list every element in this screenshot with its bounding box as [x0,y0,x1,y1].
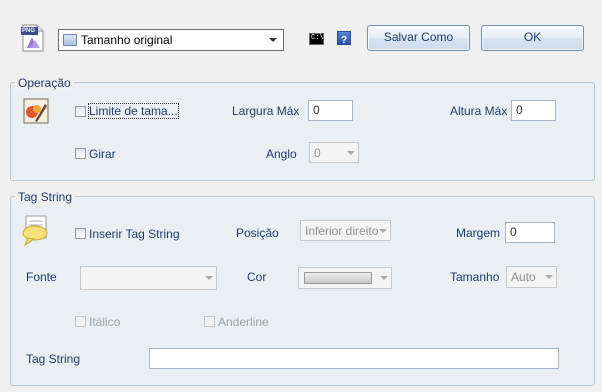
angulo-select: 0 [309,142,359,163]
paint-resize-icon [23,98,49,124]
posicao-select: Inferior direito [300,220,391,241]
tamanho-value: Auto [511,270,536,284]
angulo-value: 0 [314,146,321,160]
ok-button[interactable]: OK [481,25,584,51]
posicao-value: Inferior direito [305,224,379,238]
speech-bubble-icon [20,214,54,247]
size-select[interactable]: Tamanho original [58,29,284,51]
tag-string-label: Tag String [26,352,81,366]
tag-string-legend: Tag String [15,190,76,204]
cor-label: Cor [247,270,267,284]
insert-tag-checkbox[interactable] [75,228,86,239]
command-prompt-icon[interactable]: C:\ [309,33,324,45]
help-icon[interactable]: ? [337,31,351,46]
altura-max-input[interactable]: 0 [511,100,556,121]
rotate-label[interactable]: Girar [89,147,116,161]
operacao-legend: Operação [15,76,74,90]
chevron-down-icon [380,276,388,280]
chevron-down-icon [545,275,553,279]
chevron-down-icon [205,276,213,280]
size-select-value: Tamanho original [81,33,173,47]
png-badge: PNG [22,28,36,34]
underline-checkbox [204,316,215,327]
largura-max-input[interactable]: 0 [308,100,353,121]
rotate-checkbox[interactable] [75,148,86,159]
limit-size-label[interactable]: Limite de tama... [88,103,179,119]
image-size-icon [63,34,77,46]
tamanho-label: Tamanho [450,270,500,284]
tamanho-select: Auto [506,266,557,288]
color-swatch [304,272,372,284]
angulo-label: Anglo [266,147,297,161]
margem-input[interactable]: 0 [505,222,555,243]
operacao-group [10,82,595,181]
chevron-down-icon [379,228,387,233]
png-file-icon: PNG [20,24,46,52]
underline-label: Anderline [218,315,269,329]
chevron-down-icon [347,150,355,155]
largura-max-label: Largura Máx [232,104,300,118]
limit-size-checkbox[interactable] [75,106,86,117]
insert-tag-label[interactable]: Inserir Tag String [89,227,180,241]
save-as-button[interactable]: Salvar Como [367,25,470,51]
chevron-down-icon [269,38,277,42]
tag-string-input[interactable] [149,348,559,369]
cor-select [298,267,392,289]
fonte-select [80,266,217,290]
posicao-label: Posição [236,226,279,240]
fonte-label: Fonte [26,270,57,284]
italic-label: Itálico [89,315,121,329]
margem-label: Margem [456,226,501,240]
altura-max-label: Altura Máx [450,104,508,118]
italic-checkbox [75,316,86,327]
